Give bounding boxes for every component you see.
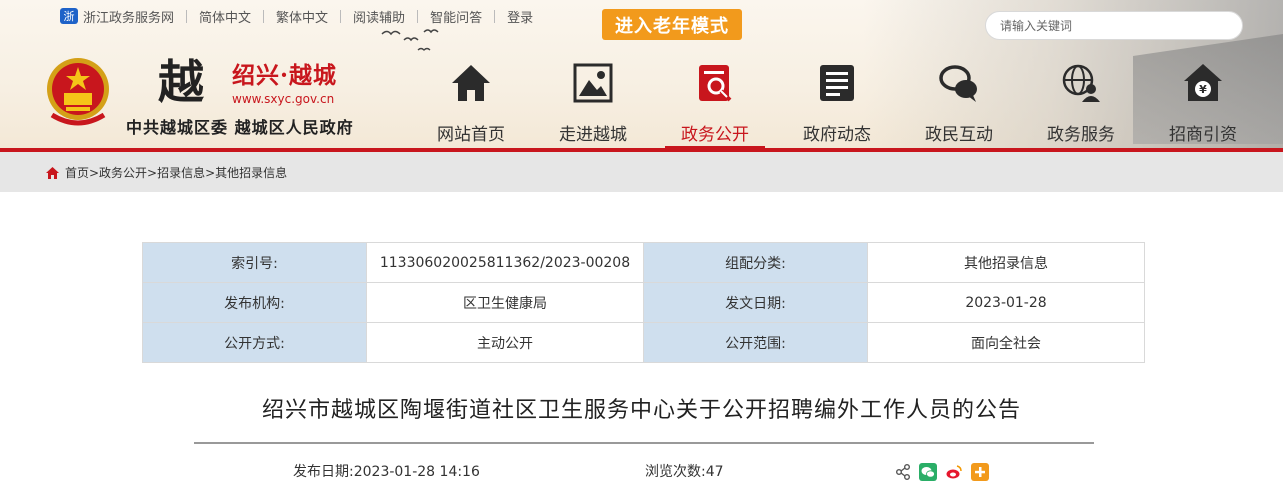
birds-decoration-icon: [381, 29, 439, 51]
view-count-value: 47: [705, 464, 724, 480]
meta-publisher-label: 发布机构:: [142, 282, 367, 323]
login-link[interactable]: 登录: [507, 7, 533, 26]
meta-index-label: 索引号:: [142, 242, 367, 283]
divider: [494, 9, 496, 23]
breadcrumb-text[interactable]: 首页>政务公开>招录信息>其他招录信息: [65, 164, 287, 181]
meta-method-value: 主动公开: [366, 322, 644, 363]
org-name: 中共越城区委 越城区人民政府: [126, 118, 354, 137]
weibo-icon[interactable]: [945, 463, 963, 481]
table-row: 发布机构: 区卫生健康局 发文日期: 2023-01-28: [142, 282, 1145, 323]
nav-item-news[interactable]: 政府动态: [776, 58, 898, 150]
nav-item-label: 政府动态: [803, 125, 871, 145]
nav-item-label: 政务公开: [681, 125, 749, 145]
home-icon: [46, 166, 59, 179]
breadcrumb: 首页>政务公开>招录信息>其他招录信息: [46, 164, 287, 181]
search-document-icon: [699, 65, 732, 102]
meta-category-label: 组配分类:: [643, 242, 868, 283]
meta-category-value: 其他招录信息: [867, 242, 1145, 283]
simplified-chinese-link[interactable]: 简体中文: [199, 7, 251, 26]
zhejiang-portal-icon: 浙: [60, 8, 78, 24]
table-row: 索引号: 113306020025811362/2023-00208 组配分类:…: [142, 242, 1145, 283]
share-bar: [895, 463, 989, 481]
share-icon[interactable]: [895, 464, 911, 480]
search-box: [985, 11, 1243, 40]
view-count-label: 浏览次数:: [645, 464, 706, 480]
smart-qa-link[interactable]: 智能问答: [430, 7, 482, 26]
divider: [417, 9, 419, 23]
meta-index-value: 113306020025811362/2023-00208: [366, 242, 644, 283]
nav-item-interaction[interactable]: 政民互动: [898, 58, 1020, 150]
national-emblem-icon: [47, 58, 109, 126]
nav-item-gov-affairs[interactable]: 政务公开: [654, 58, 776, 150]
publish-date: 发布日期:2023-01-28 14:16: [293, 461, 480, 481]
publish-date-label: 发布日期:: [293, 464, 354, 480]
reading-aid-link[interactable]: 阅读辅助: [353, 7, 405, 26]
title-divider: [194, 442, 1094, 444]
document-meta-table: 索引号: 113306020025811362/2023-00208 组配分类:…: [142, 242, 1145, 363]
divider: [186, 9, 188, 23]
nav-item-investment[interactable]: ¥ 招商引资: [1142, 58, 1264, 150]
meta-issue-date-value: 2023-01-28: [867, 282, 1145, 323]
news-list-icon: [820, 65, 854, 101]
meta-publisher-value: 区卫生健康局: [366, 282, 644, 323]
more-share-icon[interactable]: [971, 463, 989, 481]
search-input[interactable]: [986, 18, 1206, 33]
elder-mode-button[interactable]: 进入老年模式: [602, 9, 742, 40]
publish-date-value: 2023-01-28 14:16: [353, 464, 480, 480]
site-name: 绍兴·越城: [232, 62, 338, 89]
meta-method-label: 公开方式:: [142, 322, 367, 363]
nav-item-home[interactable]: 网站首页: [410, 58, 532, 150]
site-logo-char: 越: [158, 55, 204, 109]
divider: [340, 9, 342, 23]
wechat-icon[interactable]: [919, 463, 937, 481]
nav-item-label: 招商引资: [1169, 125, 1237, 145]
meta-scope-label: 公开范围:: [643, 322, 868, 363]
globe-user-icon: [1062, 64, 1100, 102]
picture-icon: [573, 63, 613, 103]
nav-item-label: 网站首页: [437, 125, 505, 145]
site-url: www.sxyc.gov.cn: [232, 92, 335, 106]
divider: [263, 9, 265, 23]
article-title: 绍兴市越城区陶堰街道社区卫生服务中心关于公开招聘编外工作人员的公告: [261, 398, 1021, 423]
yuan-house-icon: ¥: [1184, 64, 1222, 101]
nav-item-label: 政务服务: [1047, 125, 1115, 145]
view-count: 浏览次数:47: [645, 461, 724, 481]
nav-item-services[interactable]: 政务服务: [1020, 58, 1142, 150]
meta-scope-value: 面向全社会: [867, 322, 1145, 363]
site-header: 浙 浙江政务服务网 简体中文 繁体中文 阅读辅助 智能问答 登录 进入老年模式 …: [0, 0, 1283, 150]
traditional-chinese-link[interactable]: 繁体中文: [276, 7, 328, 26]
chat-bubbles-icon: [939, 65, 977, 102]
nav-item-label: 走进越城: [559, 125, 627, 145]
svg-text:¥: ¥: [1199, 83, 1207, 96]
meta-issue-date-label: 发文日期:: [643, 282, 868, 323]
nav-item-about[interactable]: 走进越城: [532, 58, 654, 150]
nav-item-label: 政民互动: [925, 125, 993, 145]
portal-link[interactable]: 浙江政务服务网: [83, 7, 174, 26]
table-row: 公开方式: 主动公开 公开范围: 面向全社会: [142, 322, 1145, 363]
top-bar: 浙 浙江政务服务网 简体中文 繁体中文 阅读辅助 智能问答 登录: [60, 6, 533, 26]
main-nav: 网站首页 走进越城 政务公开 政府动态 政民互动 政务服务 ¥ 招商引资: [410, 58, 1264, 150]
breadcrumb-bar: 首页>政务公开>招录信息>其他招录信息: [0, 152, 1283, 192]
home-icon: [452, 65, 490, 101]
